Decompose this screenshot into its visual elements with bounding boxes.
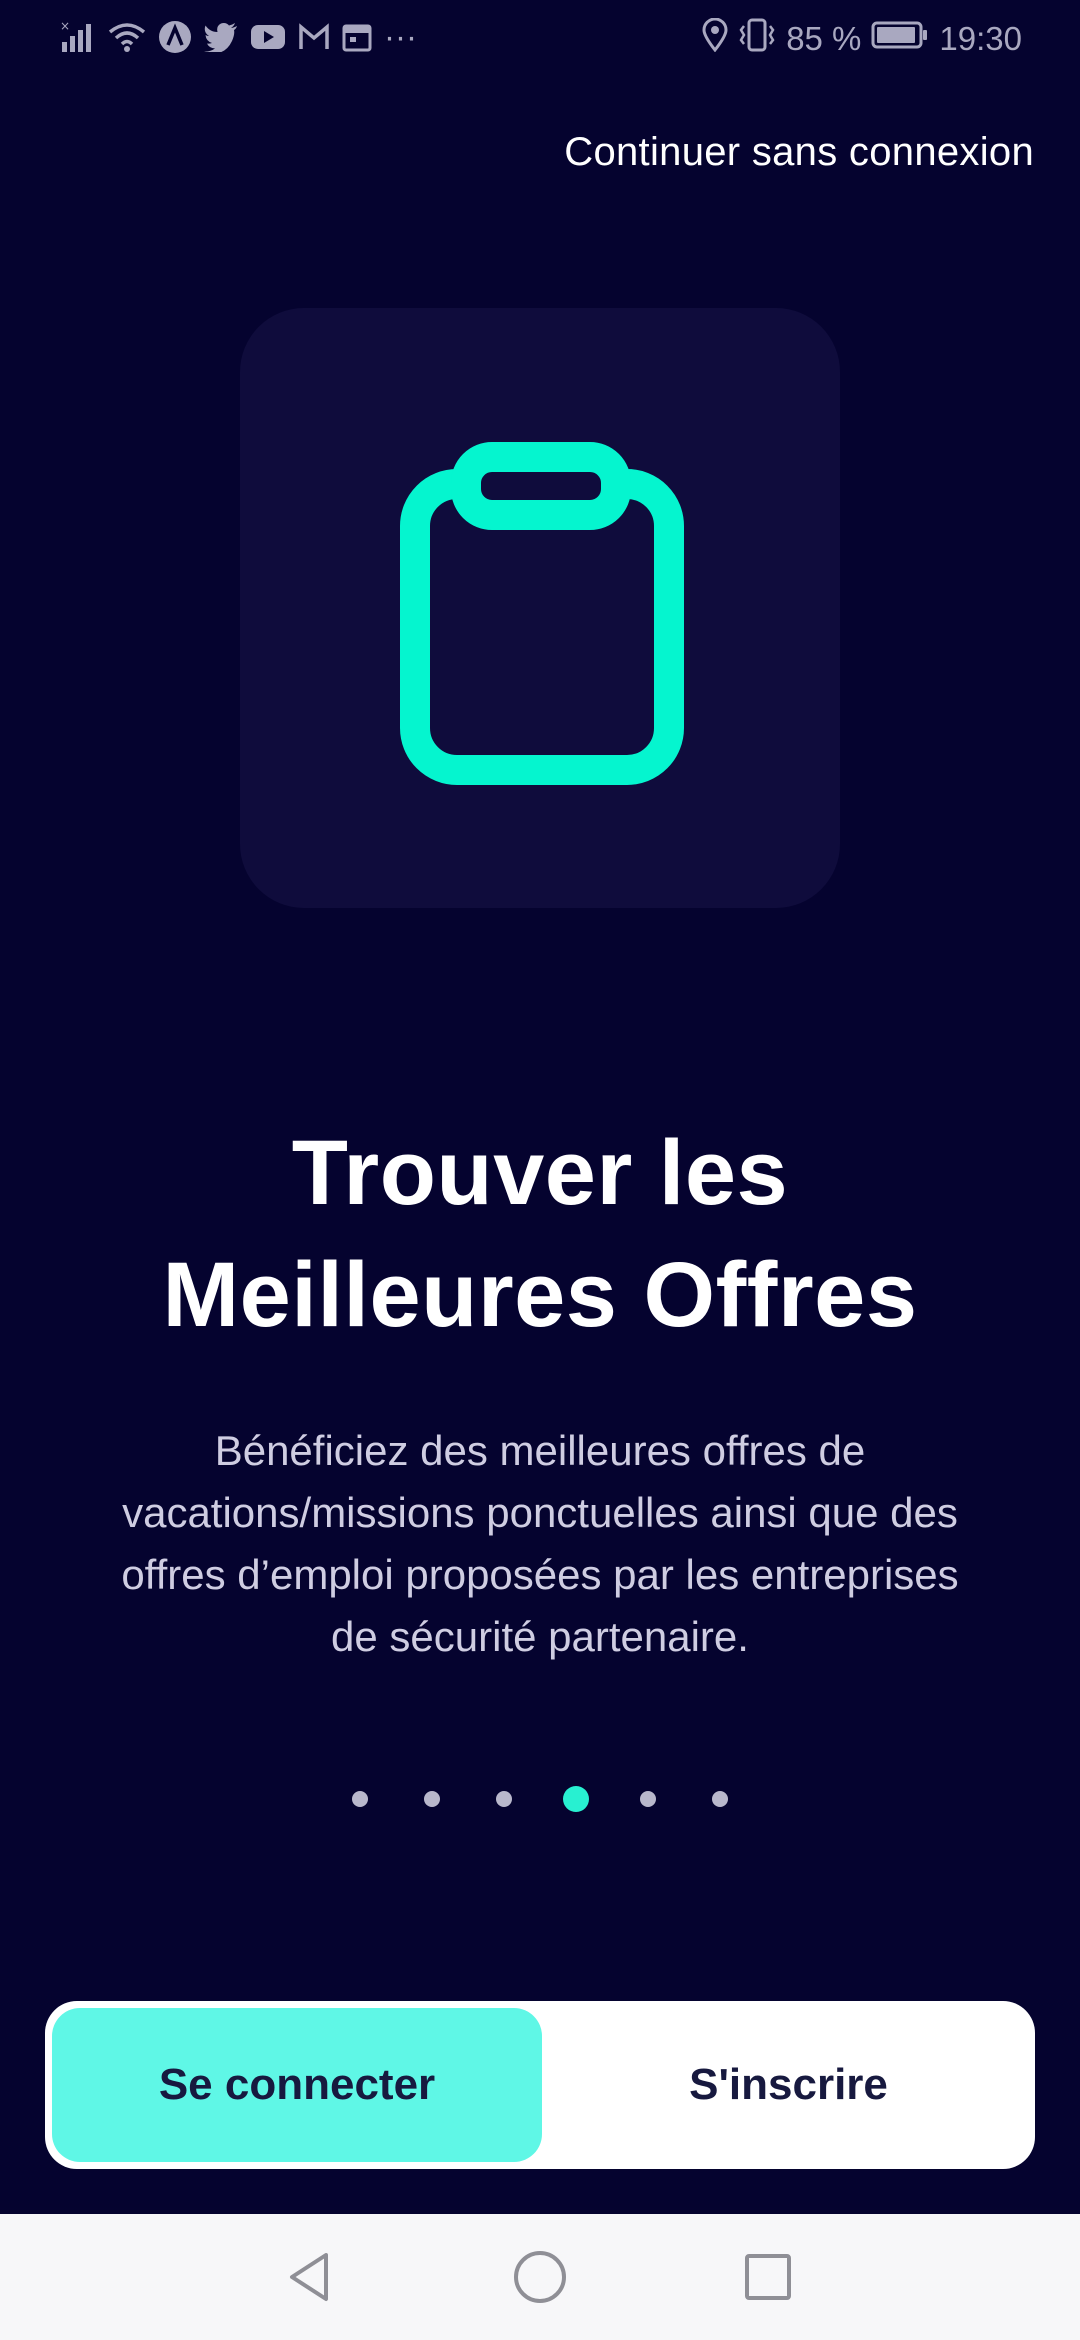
status-right-icons: 85 % 19:30 (702, 17, 1022, 60)
signal-icon: × (60, 20, 96, 54)
login-button[interactable]: Se connecter (52, 2008, 542, 2162)
home-circle-icon[interactable] (510, 2247, 570, 2307)
svg-text:×: × (60, 20, 70, 33)
signup-button[interactable]: S'inscrire (542, 2001, 1035, 2169)
back-triangle-icon[interactable] (280, 2247, 340, 2307)
clipboard-icon (400, 442, 684, 785)
vibrate-icon (738, 18, 776, 60)
title-line-2: Meilleures Offres (162, 1244, 918, 1346)
wifi-icon (108, 21, 146, 53)
page-dot-2[interactable] (424, 1791, 440, 1807)
page-dot-4-active[interactable] (563, 1786, 589, 1812)
youtube-icon (250, 23, 286, 51)
clock: 19:30 (939, 20, 1022, 57)
gmail-icon (298, 23, 330, 51)
page-dot-6[interactable] (712, 1791, 728, 1807)
more-notifications-icon: ··· (384, 18, 417, 55)
onboarding-description: Bénéficiez des meilleures offres de vaca… (121, 1427, 959, 1660)
status-bar: × ··· 85 % 19:30 (0, 0, 1080, 72)
twitter-icon (204, 22, 238, 52)
page-dot-5[interactable] (640, 1791, 656, 1807)
battery-icon (871, 20, 929, 58)
title-line-1: Trouver les (291, 1122, 789, 1224)
location-icon (702, 17, 728, 60)
pagination-dots (0, 1784, 1080, 1814)
status-left-icons: × ··· (60, 18, 417, 56)
onboarding-title: Trouver les Meilleures Offres (0, 1112, 1080, 1356)
auth-button-group: Se connecter S'inscrire (45, 2001, 1035, 2169)
page-dot-3[interactable] (496, 1791, 512, 1807)
recents-square-icon[interactable] (738, 2247, 798, 2307)
illustration-card (240, 308, 840, 908)
calendar-icon (342, 22, 372, 52)
battery-percent: 85 % (786, 20, 862, 57)
page-dot-1[interactable] (352, 1791, 368, 1807)
app-a-icon (158, 20, 192, 54)
system-navigation-bar (0, 2214, 1080, 2340)
continue-without-login-link[interactable]: Continuer sans connexion (564, 130, 1034, 175)
